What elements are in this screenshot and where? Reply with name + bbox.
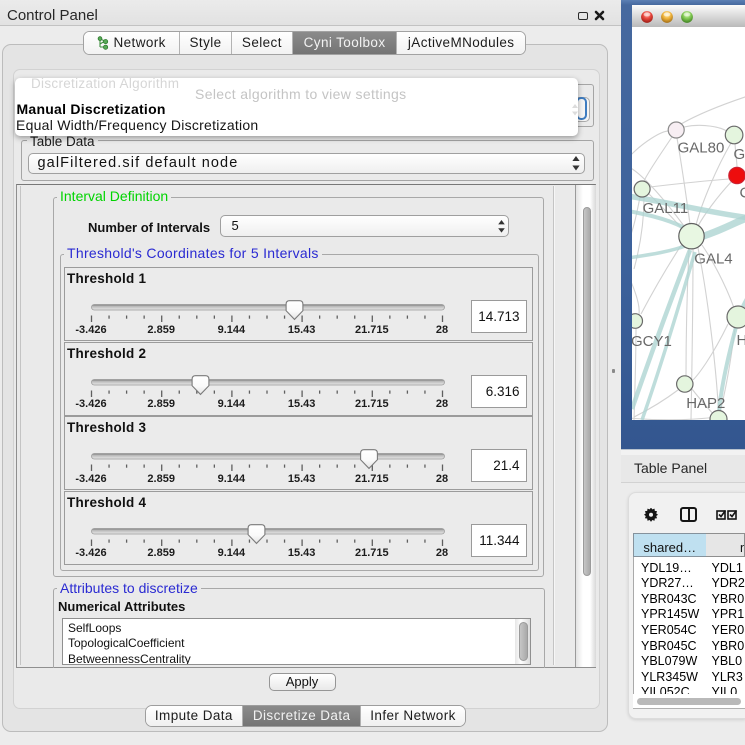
svg-text:H: H xyxy=(736,332,745,349)
svg-text:GAL11: GAL11 xyxy=(642,200,688,217)
svg-text:GCY1: GCY1 xyxy=(632,333,672,350)
svg-text:HAP2: HAP2 xyxy=(686,395,725,412)
svg-text:GA: GA xyxy=(733,146,745,163)
svg-text:GAL80: GAL80 xyxy=(677,140,724,157)
svg-text:GAL4: GAL4 xyxy=(694,250,732,267)
svg-text:C: C xyxy=(739,184,745,201)
